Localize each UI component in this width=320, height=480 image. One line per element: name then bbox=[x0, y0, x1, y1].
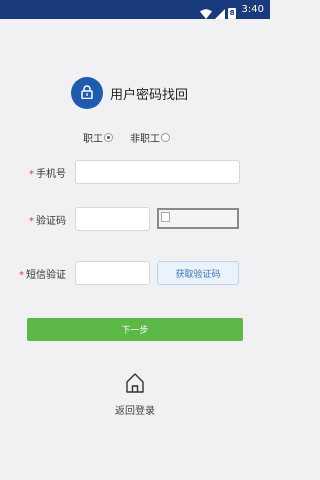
radio-staff[interactable]: 职工 bbox=[83, 130, 113, 145]
captcha-image[interactable] bbox=[157, 208, 239, 229]
sms-label-text: 短信验证 bbox=[26, 270, 66, 281]
radio-non-staff-label: 非职工 bbox=[130, 134, 160, 145]
lock-icon bbox=[81, 84, 93, 103]
signal-icon bbox=[215, 4, 225, 23]
status-icons: 8 bbox=[200, 4, 236, 23]
required-mark: * bbox=[29, 216, 34, 227]
captcha-label-text: 验证码 bbox=[36, 216, 66, 227]
page-header: 用户密码找回 bbox=[71, 77, 188, 109]
wifi-icon bbox=[200, 4, 212, 23]
required-mark: * bbox=[19, 270, 24, 281]
user-type-radio-group: 职工 非职工 bbox=[0, 130, 270, 145]
status-bar: 8 3:40 bbox=[0, 0, 270, 19]
radio-staff-circle[interactable] bbox=[104, 133, 113, 142]
next-button[interactable]: 下一步 bbox=[27, 318, 243, 341]
page-title: 用户密码找回 bbox=[110, 87, 189, 103]
status-time: 3:40 bbox=[241, 4, 264, 15]
back-login-link[interactable]: 返回登录 bbox=[105, 372, 165, 417]
broken-image-icon bbox=[161, 212, 170, 222]
phone-label-text: 手机号 bbox=[36, 169, 66, 180]
battery-level: 8 bbox=[229, 9, 235, 17]
home-icon bbox=[125, 372, 145, 398]
phone-label: * 手机号 bbox=[29, 165, 66, 180]
lock-badge bbox=[71, 77, 103, 109]
get-code-button[interactable]: 获取验证码 bbox=[157, 261, 239, 285]
captcha-label: * 验证码 bbox=[29, 212, 66, 227]
radio-non-staff-circle[interactable] bbox=[161, 133, 170, 142]
back-login-label: 返回登录 bbox=[115, 406, 155, 417]
captcha-input[interactable] bbox=[75, 207, 150, 231]
sms-input[interactable] bbox=[75, 261, 150, 285]
required-mark: * bbox=[29, 169, 34, 180]
phone-input[interactable] bbox=[75, 160, 240, 184]
battery-icon: 8 bbox=[228, 8, 236, 19]
sms-label: * 短信验证 bbox=[19, 266, 66, 281]
radio-staff-label: 职工 bbox=[83, 134, 103, 145]
radio-non-staff[interactable]: 非职工 bbox=[130, 130, 170, 145]
